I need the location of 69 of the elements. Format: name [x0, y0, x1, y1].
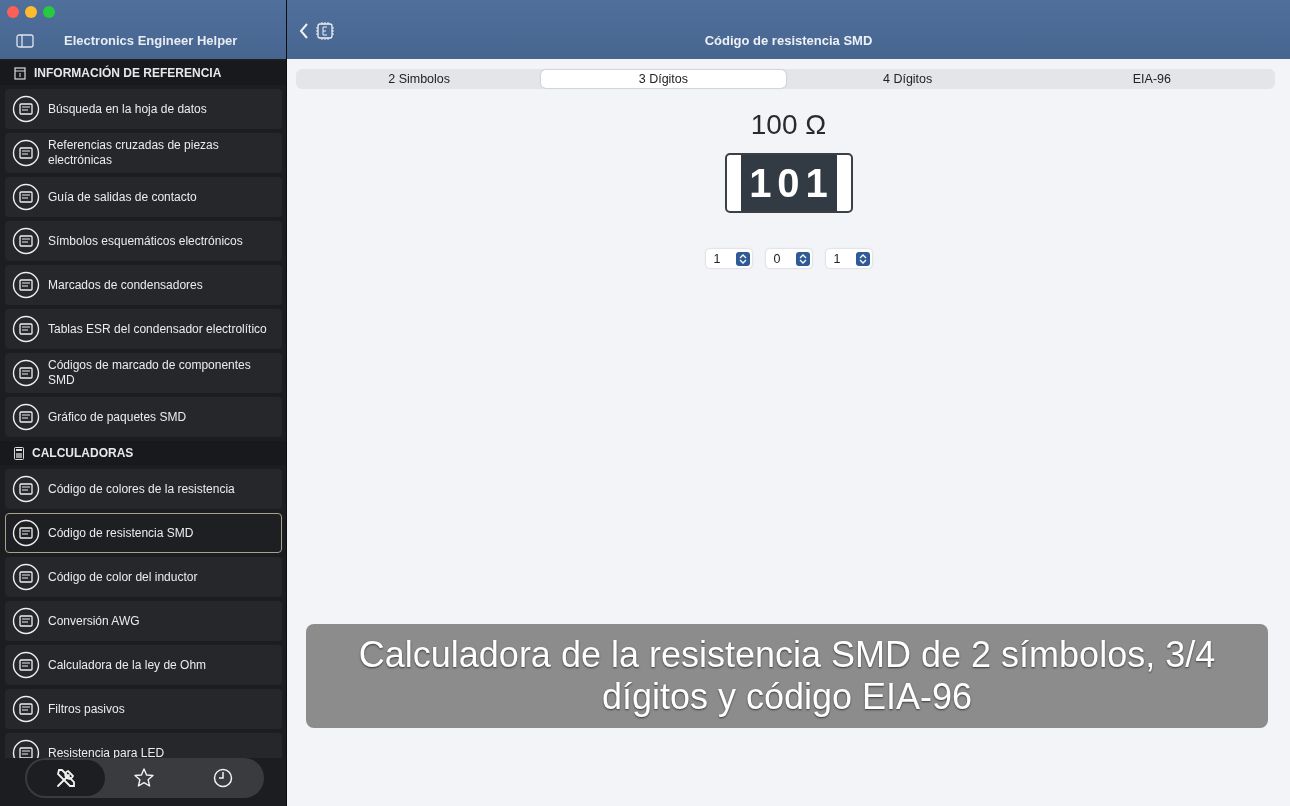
- item-label: Símbolos esquemáticos electrónicos: [48, 233, 243, 249]
- clock-icon: [212, 768, 233, 788]
- sidebar-item[interactable]: Referencias cruzadas de piezas electrónicas: [5, 133, 282, 173]
- section-title: CALCULADORAS: [32, 446, 134, 460]
- digit-picker[interactable]: 0: [765, 249, 812, 268]
- minimize-button[interactable]: [25, 6, 37, 18]
- digit-picker[interactable]: 1: [825, 249, 872, 268]
- component-icon: [12, 95, 40, 123]
- component-icon: [12, 607, 40, 635]
- item-label: Gráfico de paquetes SMD: [48, 409, 187, 425]
- sidebar-item[interactable]: Tablas ESR del condensador electrolítico: [5, 309, 282, 349]
- component-icon: [12, 475, 40, 503]
- component-icon: [12, 227, 40, 255]
- back-icon[interactable]: [299, 22, 309, 39]
- star-icon: [133, 767, 156, 789]
- sidebar-item[interactable]: Código de colores de la resistencia: [5, 469, 282, 509]
- item-label: Referencias cruzadas de piezas electrónicas: [48, 138, 220, 168]
- book-icon: [14, 66, 26, 80]
- app-title: Electronics Engineer Helper: [64, 33, 238, 48]
- component-icon: [12, 315, 40, 343]
- sidebar-item[interactable]: Gráfico de paquetes SMD: [5, 397, 282, 437]
- segment-tab[interactable]: EIA-96: [1029, 70, 1274, 88]
- sidebar-item[interactable]: Calculadora de la ley de Ohm: [5, 645, 282, 685]
- sidebar-item[interactable]: Búsqueda en la hoja de datos: [5, 89, 282, 129]
- sidebar-item[interactable]: Conversión AWG: [5, 601, 282, 641]
- component-icon: [12, 183, 40, 211]
- resistance-value: 100 Ω: [750, 109, 827, 141]
- tools-icon: [55, 767, 78, 789]
- caption-text: Calculadora de la resistencia SMD de 2 símbolos, 3/4 dígitos y código EIA-96: [306, 624, 1268, 728]
- chip-icon: [315, 20, 335, 41]
- sidebar-toggle-icon[interactable]: [16, 34, 34, 48]
- component-icon: [12, 651, 40, 679]
- component-icon: [12, 271, 40, 299]
- sidebar-item[interactable]: Símbolos esquemáticos electrónicos: [5, 221, 282, 261]
- sidebar-item[interactable]: Marcados de condensadores: [5, 265, 282, 305]
- digit-picker[interactable]: 1: [705, 249, 752, 268]
- segment-tab[interactable]: 3 Dígitos: [541, 70, 786, 88]
- sidebar-item[interactable]: Código de color del inductor: [5, 557, 282, 597]
- item-label: Filtros pasivos: [48, 701, 125, 717]
- component-icon: [12, 359, 40, 387]
- sidebar-item[interactable]: Guía de salidas de contacto: [5, 177, 282, 217]
- item-label: Búsqueda en la hoja de datos: [48, 101, 207, 117]
- component-icon: [12, 519, 40, 547]
- sidebar-item[interactable]: Código de resistencia SMD: [5, 513, 282, 553]
- stepper-icon: [795, 251, 810, 266]
- resistor-code: 101: [740, 155, 837, 211]
- item-label: Conversión AWG: [48, 613, 140, 629]
- component-icon: [12, 403, 40, 431]
- item-label: Código de resistencia SMD: [48, 525, 194, 541]
- item-label: Marcados de condensadores: [48, 277, 203, 293]
- item-label: Calculadora de la ley de Ohm: [48, 657, 207, 673]
- item-label: Guía de salidas de contacto: [48, 189, 197, 205]
- component-icon: [12, 563, 40, 591]
- item-label: Código de color del inductor: [48, 569, 198, 585]
- page-title: Código de resistencia SMD: [703, 33, 874, 48]
- stepper-icon: [855, 251, 870, 266]
- calculator-icon: [14, 446, 24, 460]
- item-label: Códigos de marcado de componentes SMD: [48, 358, 252, 388]
- sidebar-item[interactable]: Códigos de marcado de componentes SMD: [5, 353, 282, 393]
- item-label: Código de colores de la resistencia: [48, 481, 235, 497]
- component-icon: [12, 695, 40, 723]
- stepper-icon: [735, 251, 750, 266]
- bottom-tab[interactable]: [27, 760, 106, 796]
- segment-tab[interactable]: 4 Dígitos: [785, 70, 1030, 88]
- sidebar-item[interactable]: Filtros pasivos: [5, 689, 282, 729]
- item-label: Tablas ESR del condensador electrolítico: [48, 321, 267, 337]
- section-title: INFORMACIÓN DE REFERENCIA: [34, 66, 222, 80]
- component-icon: [12, 139, 40, 167]
- segment-tab[interactable]: 2 Simbolos: [297, 70, 542, 88]
